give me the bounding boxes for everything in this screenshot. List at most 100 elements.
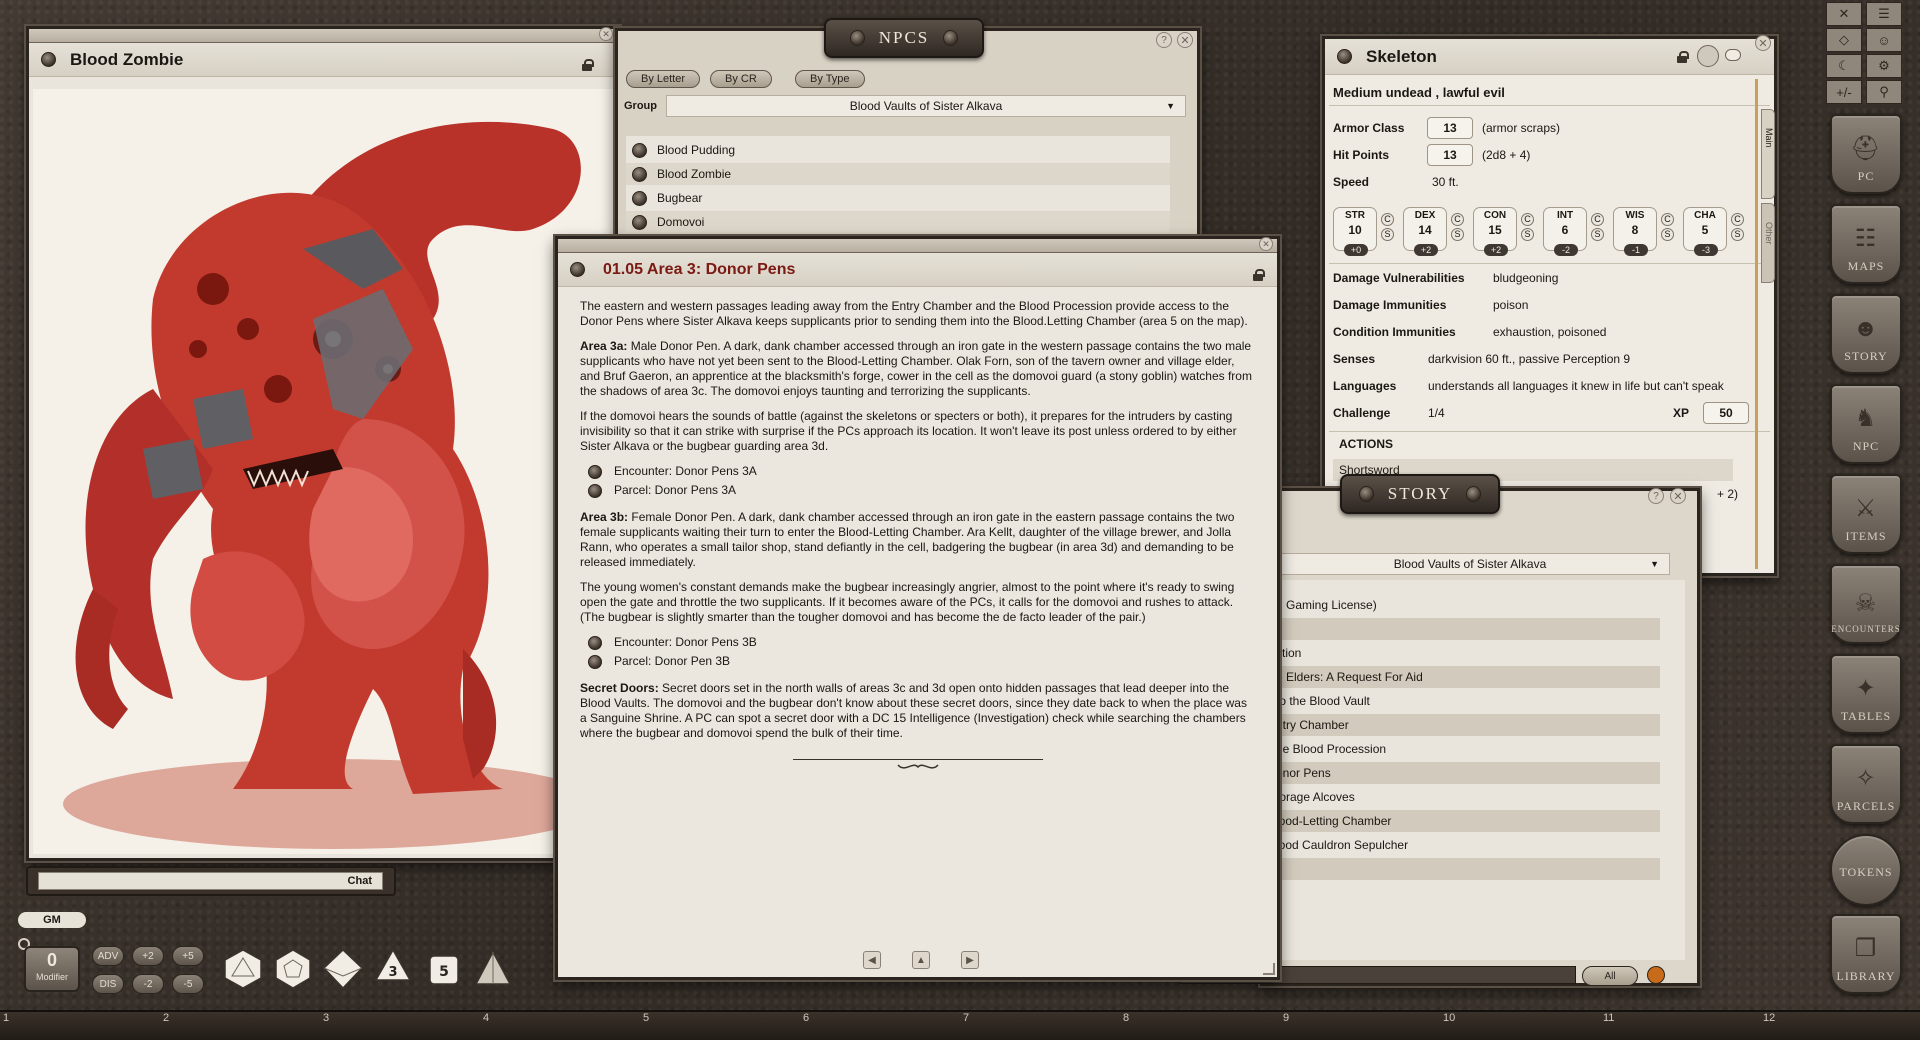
link-knob-icon[interactable]: [632, 142, 647, 158]
sidebar-item-tables[interactable]: ✦ TABLES: [1830, 654, 1902, 734]
ability-dex[interactable]: DEX 14 +2: [1403, 207, 1447, 256]
speech-bubble-icon[interactable]: [1725, 49, 1741, 61]
party-tool-icon[interactable]: ☰: [1866, 2, 1902, 26]
ability-con[interactable]: CON 15 +2: [1473, 207, 1517, 256]
tab-by-letter[interactable]: By Letter: [626, 70, 701, 88]
tab-by-type[interactable]: By Type: [795, 70, 865, 88]
d8-die-icon[interactable]: 3: [372, 948, 414, 990]
list-item[interactable]: to the Blood Vault: [1270, 690, 1660, 712]
close-icon[interactable]: ✕: [1177, 32, 1193, 48]
story-group-select[interactable]: Blood Vaults of Sister Alkava ▼: [1270, 553, 1670, 575]
ability-int[interactable]: INT 6 -2: [1543, 207, 1587, 256]
list-item[interactable]: torage Alcoves: [1270, 786, 1660, 808]
sidebar-item-library[interactable]: ❐ LIBRARY: [1830, 914, 1902, 994]
link-knob-icon[interactable]: [588, 635, 602, 650]
list-item[interactable]: lood-Letting Chamber: [1270, 810, 1660, 832]
link-knob-icon[interactable]: [588, 654, 602, 669]
hotkey-1[interactable]: 1: [3, 1012, 9, 1024]
hotkey-8[interactable]: 8: [1123, 1012, 1129, 1024]
ability-str[interactable]: STR 10 +0: [1333, 207, 1377, 256]
list-item[interactable]: he Blood Procession: [1270, 738, 1660, 760]
d20-die-icon[interactable]: [222, 948, 264, 990]
link-knob-icon[interactable]: [632, 190, 647, 206]
list-item[interactable]: ction: [1270, 642, 1660, 664]
list-item[interactable]: ntry Chamber: [1270, 714, 1660, 736]
help-icon[interactable]: ?: [1156, 32, 1172, 48]
link-knob-icon[interactable]: [632, 214, 647, 230]
options-tool-icon[interactable]: ⚲: [1866, 80, 1902, 104]
list-item[interactable]: lood Cauldron Sepulcher: [1270, 834, 1660, 856]
resize-handle[interactable]: [1263, 963, 1275, 975]
group-select[interactable]: Blood Vaults of Sister Alkava ▼: [666, 95, 1186, 117]
adv-button[interactable]: ADV: [92, 946, 124, 966]
notes-tool-icon[interactable]: ◇: [1826, 28, 1862, 52]
xp-field[interactable]: 50: [1703, 402, 1749, 424]
list-item[interactable]: Blood Pudding: [626, 139, 1170, 161]
ability-cha[interactable]: CHA 5 -3: [1683, 207, 1727, 256]
hotkey-11[interactable]: 11: [1603, 1012, 1614, 1024]
filter-all-button[interactable]: All: [1582, 966, 1638, 986]
hotkey-6[interactable]: 6: [803, 1012, 809, 1024]
list-item[interactable]: onor Pens: [1270, 762, 1660, 784]
save-toggle[interactable]: CS: [1591, 213, 1604, 243]
list-item[interactable]: Domovoi: [626, 211, 1170, 233]
modifier-box[interactable]: 0 Modifier: [24, 946, 80, 992]
minus2-button[interactable]: -2: [132, 974, 164, 994]
hotkey-5[interactable]: 5: [643, 1012, 649, 1024]
list-item[interactable]: e Elders: A Request For Aid: [1270, 666, 1660, 688]
hotkey-7[interactable]: 7: [963, 1012, 969, 1024]
sidebar-item-maps[interactable]: ☷ MAPS: [1830, 204, 1902, 284]
tab-other[interactable]: Other: [1761, 203, 1775, 283]
edit-icon[interactable]: [1647, 966, 1665, 984]
sidebar-item-parcels[interactable]: ✧ PARCELS: [1830, 744, 1902, 824]
encounter-link[interactable]: Encounter: Donor Pens 3A: [588, 464, 1255, 479]
close-icon[interactable]: ✕: [1259, 237, 1273, 251]
cs-c[interactable]: C: [1591, 213, 1604, 226]
scrollbar[interactable]: [1755, 79, 1758, 569]
sidebar-item-encounters[interactable]: ☠ ENCOUNTERS: [1830, 564, 1902, 644]
hp-field[interactable]: 13: [1427, 144, 1473, 166]
hotkey-10[interactable]: 10: [1443, 1012, 1455, 1024]
chevron-down-icon[interactable]: ▼: [1650, 559, 1659, 569]
hotkey-2[interactable]: 2: [163, 1012, 169, 1024]
previous-page-button[interactable]: ◀: [863, 951, 881, 969]
close-icon[interactable]: ✕: [599, 27, 613, 41]
cs-c[interactable]: C: [1451, 213, 1464, 226]
link-knob-icon[interactable]: [588, 464, 602, 479]
portrait-icon[interactable]: [1697, 45, 1719, 67]
help-icon[interactable]: ?: [1648, 488, 1664, 504]
link-knob-icon[interactable]: [41, 52, 56, 67]
cs-s[interactable]: S: [1661, 228, 1674, 241]
ac-field[interactable]: 13: [1427, 117, 1473, 139]
d10-die-icon[interactable]: [322, 948, 364, 990]
list-item[interactable]: Bugbear: [626, 187, 1170, 209]
sidebar-item-items[interactable]: ⚔ ITEMS: [1830, 474, 1902, 554]
encounter-link[interactable]: Encounter: Donor Pens 3B: [588, 635, 1255, 650]
list-item[interactable]: [1270, 618, 1660, 640]
window-drag-bar[interactable]: [29, 29, 617, 43]
save-toggle[interactable]: CS: [1731, 213, 1744, 243]
save-toggle[interactable]: CS: [1381, 213, 1394, 243]
list-item[interactable]: Blood Zombie: [626, 163, 1170, 185]
hotkey-3[interactable]: 3: [323, 1012, 329, 1024]
save-toggle[interactable]: CS: [1451, 213, 1464, 243]
calendar-tool-icon[interactable]: ☾: [1826, 54, 1862, 78]
ability-wis[interactable]: WIS 8 -1: [1613, 207, 1657, 256]
link-knob-icon[interactable]: [588, 483, 602, 498]
lock-icon[interactable]: [582, 59, 594, 71]
plus2-button[interactable]: +2: [132, 946, 164, 966]
link-knob-icon[interactable]: [570, 262, 585, 277]
cs-s[interactable]: S: [1521, 228, 1534, 241]
list-item[interactable]: n Gaming License): [1270, 594, 1660, 616]
d12-die-icon[interactable]: [272, 948, 314, 990]
image-window[interactable]: ✕ Blood Zombie: [26, 26, 620, 861]
hotkey-9[interactable]: 9: [1283, 1012, 1289, 1024]
story-entry-window[interactable]: ✕ 01.05 Area 3: Donor Pens The eastern a…: [555, 236, 1280, 980]
cs-c[interactable]: C: [1521, 213, 1534, 226]
dis-button[interactable]: DIS: [92, 974, 124, 994]
window-drag-bar[interactable]: [558, 239, 1277, 253]
cs-s[interactable]: S: [1381, 228, 1394, 241]
save-toggle[interactable]: CS: [1521, 213, 1534, 243]
lock-icon[interactable]: [1677, 51, 1689, 63]
sidebar-item-pc[interactable]: ⛑ PC: [1830, 114, 1902, 194]
